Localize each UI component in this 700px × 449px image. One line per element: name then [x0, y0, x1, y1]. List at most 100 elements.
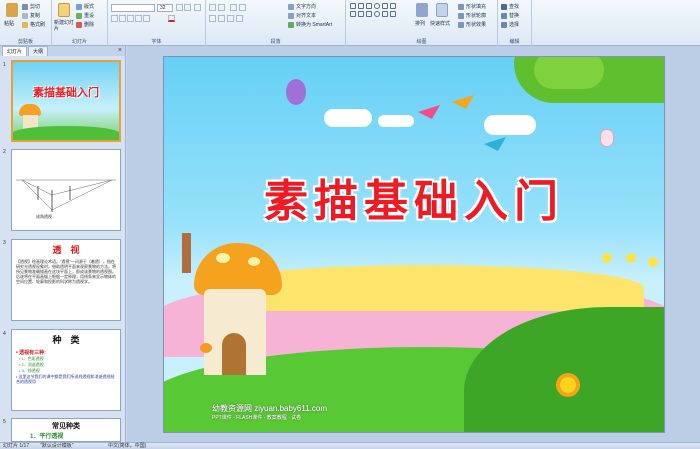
- italic-button[interactable]: [119, 15, 126, 22]
- language-indicator[interactable]: 中文(简体，中国): [108, 443, 146, 449]
- shape-arrow-icon[interactable]: [390, 3, 396, 9]
- smartart-button[interactable]: 转换为 SmartArt: [288, 21, 332, 28]
- clipboard-group: 粘贴 剪切 复制 格式刷 剪贴板: [0, 0, 52, 46]
- clear-format-button[interactable]: [194, 4, 201, 11]
- copy-button[interactable]: 复制: [22, 12, 40, 19]
- theme-name[interactable]: "默认设计模板": [40, 443, 74, 449]
- tab-outline[interactable]: 大纲: [28, 46, 49, 56]
- paste-button[interactable]: 粘贴: [4, 20, 14, 27]
- thumb-hills: [13, 126, 119, 140]
- paste-icon[interactable]: [6, 3, 18, 17]
- reset-button[interactable]: 重设: [76, 12, 94, 19]
- new-slide-icon[interactable]: [58, 3, 70, 17]
- replace-button[interactable]: 替换: [501, 12, 519, 19]
- shape-star-icon[interactable]: [350, 11, 356, 17]
- font-color-button[interactable]: [168, 15, 175, 22]
- shadow-button[interactable]: [143, 15, 150, 22]
- thumb-title: 常见种类: [52, 423, 80, 430]
- sunflower: [556, 373, 580, 397]
- delete-button[interactable]: 删除: [76, 21, 94, 28]
- slide-thumbnail-4[interactable]: 种 类 • 透视有三种: • 1．色彩透视 • 2．消逝透视 • 3．线透视 •…: [11, 329, 121, 411]
- shape-brace-icon[interactable]: [366, 11, 372, 17]
- delete-icon: [76, 21, 82, 28]
- justify-button[interactable]: [236, 15, 243, 22]
- shape-effects-button[interactable]: 形状效果: [458, 21, 486, 28]
- house-door: [222, 333, 246, 375]
- bird: [648, 257, 658, 267]
- editing-label: 编辑: [509, 39, 520, 45]
- new-slide-button[interactable]: 新建幻灯片: [54, 20, 74, 32]
- font-size-combo[interactable]: 32: [157, 4, 173, 12]
- tab-slides[interactable]: 幻灯片: [2, 46, 28, 56]
- shape-more-icon[interactable]: [390, 11, 396, 17]
- bullets-button[interactable]: [209, 4, 216, 11]
- numbering-button[interactable]: [218, 4, 225, 11]
- effects-icon: [458, 21, 464, 28]
- shape-triangle-icon[interactable]: [382, 3, 388, 9]
- increase-indent-button[interactable]: [239, 4, 246, 11]
- slides-panel: 幻灯片 大纲 × 1 素描基础入门 2 成角透视 3 透 视 【透视】绘画理论术…: [0, 46, 126, 442]
- select-button[interactable]: 选择: [501, 21, 519, 28]
- current-slide[interactable]: 素描基础入门 幼教资源网 ziyuan.baby611.com PPT课件 · …: [163, 56, 665, 433]
- drawing-group: 排列 快速样式 形状填充 形状轮廓 形状效果 绘图: [346, 0, 498, 46]
- shape-outline-button[interactable]: 形状轮廓: [458, 12, 486, 19]
- watermark-text: 幼教资源网 ziyuan.baby611.com: [212, 404, 328, 413]
- slide-number: 5: [3, 419, 6, 425]
- butterfly: [200, 343, 212, 353]
- slide-thumbnail-3[interactable]: 透 视 【透视】绘画理论术语。"透视"一词源于（着透），指在研究光透视现象时，借…: [11, 239, 121, 321]
- slide-number: 2: [3, 149, 6, 155]
- find-button[interactable]: 查找: [501, 3, 519, 10]
- bird: [602, 253, 612, 263]
- align-text-button[interactable]: 对齐文本: [288, 12, 316, 19]
- clipboard-label: 剪贴板: [17, 39, 33, 45]
- cut-button[interactable]: 剪切: [22, 3, 40, 10]
- pen-icon: [458, 12, 464, 19]
- shape-rectangle-icon[interactable]: [366, 3, 372, 9]
- slide-number: 3: [3, 240, 6, 246]
- text-direction-button[interactable]: 文字方向: [288, 3, 316, 10]
- reset-icon: [76, 12, 82, 19]
- slide-thumbnail-2[interactable]: 成角透视: [11, 149, 121, 231]
- smartart-icon: [288, 21, 294, 28]
- shape-heart-icon[interactable]: [382, 11, 388, 17]
- shape-oval-icon[interactable]: [374, 3, 380, 9]
- strikethrough-button[interactable]: [135, 15, 142, 22]
- brush-icon: [22, 21, 28, 28]
- align-right-button[interactable]: [227, 15, 234, 22]
- slide-thumbnail-5[interactable]: 常见种类 1．平行透视: [11, 418, 121, 442]
- slide-title[interactable]: 素描基础入门: [164, 165, 664, 229]
- arrange-button[interactable]: 排列: [415, 20, 425, 27]
- editing-group: 查找 替换 选择 编辑: [498, 0, 532, 46]
- decrease-indent-button[interactable]: [230, 4, 237, 11]
- layout-button[interactable]: 版式: [76, 3, 94, 10]
- shape-curve-icon[interactable]: [374, 11, 380, 17]
- shape-line-icon[interactable]: [358, 3, 364, 9]
- close-icon[interactable]: ×: [118, 47, 122, 54]
- shape-textbox-icon[interactable]: [350, 3, 356, 9]
- format-painter-button[interactable]: 格式刷: [22, 21, 45, 28]
- align-center-button[interactable]: [218, 15, 225, 22]
- arrange-icon[interactable]: [416, 3, 428, 17]
- thumb-line: 1．平行透视: [30, 434, 64, 440]
- house-chimney: [182, 233, 191, 273]
- shape-callout-icon[interactable]: [358, 11, 364, 17]
- font-group: 32 字体: [108, 0, 206, 46]
- bold-button[interactable]: [111, 15, 118, 22]
- font-name-combo[interactable]: [111, 4, 155, 12]
- scissors-icon: [22, 3, 28, 10]
- slide-thumbnail-1[interactable]: 素描基础入门: [11, 60, 121, 142]
- mushroom-spot: [216, 253, 230, 263]
- fill-bucket-icon: [458, 3, 464, 10]
- layout-icon: [76, 3, 82, 10]
- shrink-font-button[interactable]: [184, 4, 191, 11]
- underline-button[interactable]: [127, 15, 134, 22]
- align-text-icon: [288, 12, 294, 19]
- paragraph-label: 段落: [270, 39, 281, 45]
- grow-font-button[interactable]: [176, 4, 183, 11]
- align-left-button[interactable]: [209, 15, 216, 22]
- quick-styles-button[interactable]: 快速样式: [430, 20, 450, 27]
- cloud: [324, 109, 372, 127]
- shape-fill-button[interactable]: 形状填充: [458, 3, 486, 10]
- paper-plane-icon: [484, 137, 506, 151]
- quick-styles-icon[interactable]: [436, 3, 448, 17]
